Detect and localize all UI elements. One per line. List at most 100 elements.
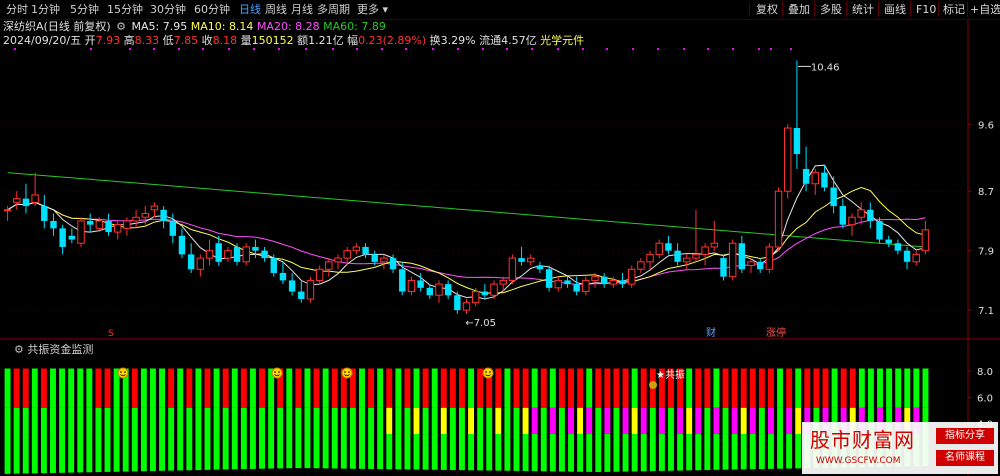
indicator-bar-middle <box>359 407 365 435</box>
indicator-bar-upper <box>877 368 883 408</box>
indicator-bar-upper <box>495 368 502 408</box>
indicator-bar-middle <box>4 407 11 435</box>
indicator-bar-middle <box>31 407 38 435</box>
indicator-bar-middle <box>304 407 311 435</box>
add-favorite-button[interactable]: +自选 <box>970 1 1000 18</box>
indicator-bar <box>695 368 702 476</box>
mark-button[interactable]: 标记 <box>943 1 965 18</box>
indicator-bar-lower <box>186 434 193 476</box>
tab-1min[interactable]: 1分钟 <box>31 1 60 18</box>
tab-5min[interactable]: 5分钟 <box>70 1 99 18</box>
indicator-bar-lower <box>59 434 66 476</box>
indicator-bar <box>486 368 493 476</box>
tab-daily[interactable]: 日线 <box>239 1 261 18</box>
candle <box>187 243 195 273</box>
indicator-bar-upper <box>204 368 211 408</box>
indicator-bar-middle <box>268 407 275 435</box>
candle-body <box>407 279 416 293</box>
indicator-bar-lower <box>4 434 11 476</box>
top-mark-dot <box>405 48 407 50</box>
indicator-bar-middle <box>595 407 602 435</box>
indicator-bar <box>295 368 302 476</box>
indicator-bar-upper <box>331 368 338 408</box>
low-price-label: ←7.05 <box>465 318 496 329</box>
indicator-bar-middle <box>786 407 793 435</box>
indicator-bar <box>495 368 502 476</box>
smiley-eye <box>124 371 126 373</box>
indicator-bar-upper <box>59 368 66 408</box>
tab-monthly[interactable]: 月线 <box>291 1 313 18</box>
indicator-bar-lower <box>486 434 493 476</box>
indicator-bar <box>240 368 247 476</box>
candle <box>710 220 719 251</box>
indicator-bar-middle <box>404 407 411 435</box>
tab-weekly[interactable]: 周线 <box>265 1 287 18</box>
indicator-bar <box>413 368 420 476</box>
stats-button[interactable]: 统计 <box>852 1 874 18</box>
indicator-bar <box>722 368 729 476</box>
indicator-bar-middle <box>249 407 256 435</box>
candle <box>848 213 856 236</box>
indicator-bar <box>768 368 774 476</box>
watermark-tag2: 名师课程 <box>936 450 994 466</box>
candle-body <box>95 220 104 229</box>
smiley-face <box>271 367 283 379</box>
indicator-bar-upper <box>395 368 402 408</box>
candle <box>444 280 452 299</box>
candle <box>123 217 131 236</box>
tab-fenshi[interactable]: 分时 <box>6 1 28 18</box>
indicator-bar-lower <box>713 434 720 476</box>
indicator-bar-upper <box>713 368 720 408</box>
top-mark-dot <box>432 48 434 50</box>
candle <box>490 280 498 299</box>
candle-body <box>903 250 911 262</box>
indicator-bar <box>204 368 211 476</box>
indicator-bar-upper <box>804 368 811 408</box>
tab-15min[interactable]: 15分钟 <box>107 1 143 18</box>
indicator-bar-upper <box>867 368 874 408</box>
indicator-bar-lower <box>195 434 202 476</box>
indicator-bar-upper <box>731 368 738 408</box>
indicator-bar-upper <box>195 368 202 408</box>
indicator-bar <box>13 368 20 476</box>
tab-60min[interactable]: 60分钟 <box>194 1 230 18</box>
candle <box>674 243 681 266</box>
indicator-bar-lower <box>140 434 147 476</box>
indicator-bar-upper <box>895 368 902 408</box>
indicator-bar-upper <box>440 368 447 408</box>
candle <box>68 228 76 244</box>
candle <box>912 250 920 266</box>
tab-multi-period[interactable]: 多周期 <box>317 1 350 18</box>
indicator-bar-lower <box>577 434 584 476</box>
top-mark-dot <box>457 48 459 50</box>
smiley-eye <box>485 371 487 373</box>
indicator-bar-lower <box>77 434 84 476</box>
overlay-button[interactable]: 叠加 <box>788 1 810 18</box>
indicator-bar <box>677 368 684 476</box>
candle <box>77 217 85 247</box>
draw-line-button[interactable]: 画线 <box>884 1 906 18</box>
indicator-bar-upper <box>840 368 847 408</box>
indicator-bar-middle <box>313 407 320 435</box>
tab-more[interactable]: 更多 ▾ <box>357 1 388 18</box>
price-tick-label: 9.6 <box>978 120 994 131</box>
multi-stock-button[interactable]: 多股 <box>820 1 842 18</box>
indicator-bar-upper <box>722 368 729 408</box>
top-mark-dot <box>253 48 255 50</box>
kline-chart[interactable]: 9.6 8.7 7.9 7.1 10.46 ←7.05 财 涨停 S <box>0 20 1000 340</box>
indicator-bar-middle <box>722 407 729 435</box>
indicator-bar-upper <box>622 368 629 408</box>
indicator-bar-upper <box>313 368 320 408</box>
fuquan-button[interactable]: 复权 <box>756 1 778 18</box>
indicator-bar-upper <box>577 368 584 408</box>
candle-body <box>279 272 287 281</box>
top-mark-dot <box>732 48 734 50</box>
indicator-bar-middle <box>422 407 429 435</box>
indicator-bar-middle <box>658 407 665 435</box>
candle-body <box>150 205 159 211</box>
f10-button[interactable]: F10 <box>916 1 936 18</box>
indicator-bar-upper <box>640 368 647 408</box>
top-mark-dot <box>683 48 685 50</box>
tab-30min[interactable]: 30分钟 <box>150 1 186 18</box>
candle-body <box>160 209 167 221</box>
